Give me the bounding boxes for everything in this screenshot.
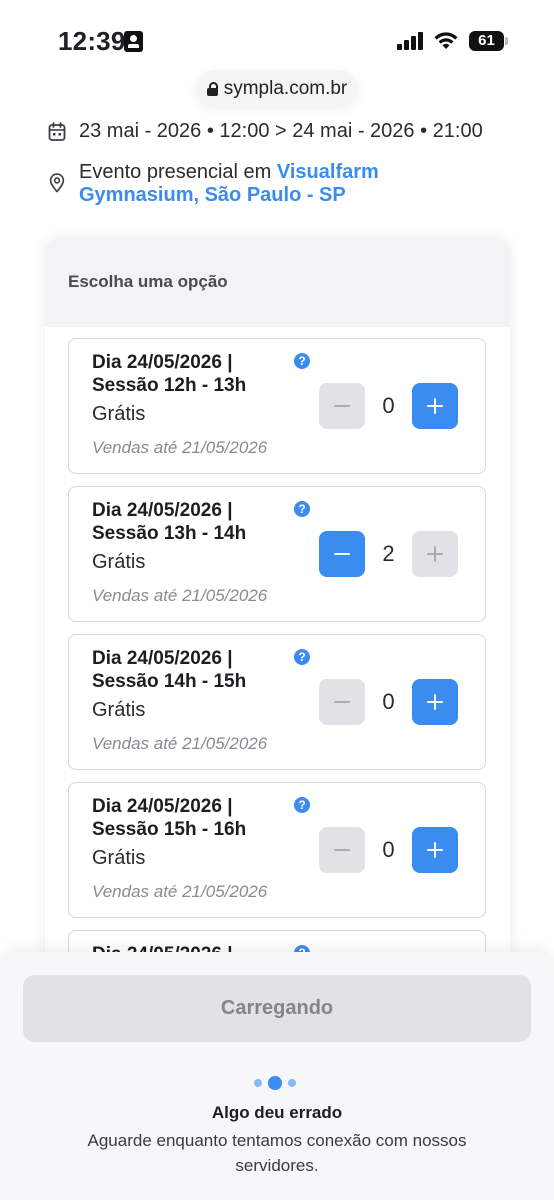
ticket-name: Dia 24/05/2026 | Sessão 15h - 16h — [92, 796, 247, 840]
status-bar: 12:39 61 — [0, 0, 554, 70]
ticket-price: Grátis — [92, 551, 146, 573]
ticket-sales-until: Vendas até 21/05/2026 — [92, 882, 268, 901]
bottom-sheet: Carregando Algo deu errado Aguarde enqua… — [0, 952, 554, 1200]
help-icon[interactable]: ? — [294, 797, 310, 813]
ticket-options-card: Escolha uma opção Dia 24/05/2026 | Sessã… — [45, 238, 510, 998]
ticket-option: Dia 24/05/2026 | Sessão 15h - 16h ? Grát… — [68, 782, 486, 918]
ticket-price: Grátis — [92, 699, 146, 721]
increase-quantity-button[interactable] — [412, 827, 458, 873]
decrease-quantity-button[interactable] — [319, 679, 365, 725]
ticket-name: Dia 24/05/2026 | Sessão 13h - 14h — [92, 500, 247, 544]
increase-quantity-button[interactable] — [412, 531, 458, 577]
help-icon[interactable]: ? — [294, 649, 310, 665]
ticket-quantity: 0 — [382, 689, 395, 714]
decrease-quantity-button[interactable] — [319, 383, 365, 429]
ticket-name: Dia 24/05/2026 | Sessão 14h - 15h — [92, 648, 247, 692]
location-pin-icon — [49, 173, 65, 193]
minus-icon — [334, 553, 350, 555]
ticket-price: Grátis — [92, 847, 146, 869]
contact-card-icon — [124, 31, 143, 52]
cellular-signal-icon — [397, 32, 425, 50]
wifi-icon — [434, 32, 458, 49]
event-location-row: Evento presencial em Visualfarm Gymnasiu… — [48, 161, 409, 207]
error-message: Aguarde enquanto tentamos conexão com no… — [87, 1131, 467, 1175]
minus-icon — [334, 849, 350, 851]
help-icon[interactable]: ? — [294, 353, 310, 369]
loading-dots-icon — [254, 1076, 300, 1090]
error-title: Algo deu errado — [211, 1103, 343, 1122]
event-date-range: 23 mai - 2026 • 12:00 > 24 mai - 2026 • … — [79, 120, 483, 142]
minus-icon — [334, 701, 350, 703]
ticket-quantity: 0 — [382, 837, 395, 862]
ticket-quantity: 0 — [382, 393, 395, 418]
help-icon[interactable]: ? — [294, 501, 310, 517]
ticket-price: Grátis — [92, 403, 146, 425]
increase-quantity-button[interactable] — [412, 679, 458, 725]
page: 12:39 61 sympla.com.br 23 mai - 2026 • 1… — [0, 0, 554, 1200]
ticket-option: Dia 24/05/2026 | Sessão 14h - 15h ? Grát… — [68, 634, 486, 770]
loading-button[interactable]: Carregando — [23, 975, 531, 1042]
decrease-quantity-button[interactable] — [319, 531, 365, 577]
status-time: 12:39 — [58, 26, 126, 56]
battery-level: 61 — [469, 31, 504, 51]
ticket-name: Dia 24/05/2026 | Sessão 12h - 13h — [92, 352, 247, 396]
address-bar[interactable]: sympla.com.br — [196, 70, 358, 108]
ticket-sales-until: Vendas até 21/05/2026 — [92, 734, 268, 753]
url-text: sympla.com.br — [223, 78, 348, 99]
event-date-row: 23 mai - 2026 • 12:00 > 24 mai - 2026 • … — [48, 120, 483, 143]
battery-icon: 61 — [469, 31, 509, 51]
decrease-quantity-button[interactable] — [319, 827, 365, 873]
increase-quantity-button[interactable] — [412, 383, 458, 429]
lock-icon — [206, 82, 218, 96]
ticket-option: Dia 24/05/2026 | Sessão 12h - 13h ? Grát… — [68, 338, 486, 474]
card-title: Escolha uma opção — [68, 272, 228, 291]
minus-icon — [334, 405, 350, 407]
ticket-quantity: 2 — [382, 541, 395, 566]
card-header: Escolha uma opção — [45, 238, 510, 327]
calendar-icon — [48, 122, 66, 141]
ticket-sales-until: Vendas até 21/05/2026 — [92, 586, 268, 605]
ticket-option: Dia 24/05/2026 | Sessão 13h - 14h ? Grát… — [68, 486, 486, 622]
location-prefix: Evento presencial em — [79, 161, 272, 183]
ticket-sales-until: Vendas até 21/05/2026 — [92, 438, 268, 457]
